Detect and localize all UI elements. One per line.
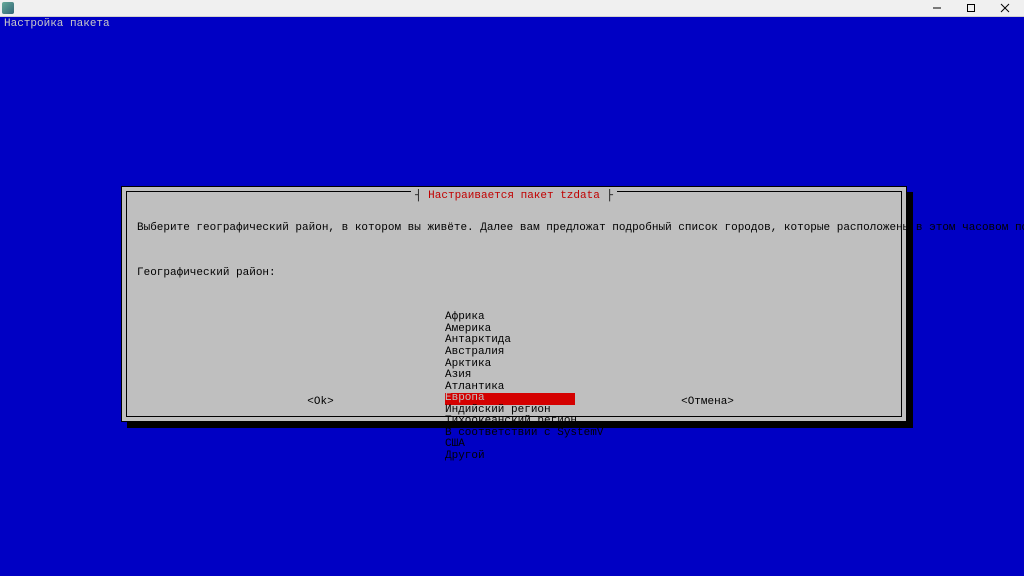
region-option[interactable]: В соответствии с SystemV	[445, 428, 605, 440]
cancel-button[interactable]: <Отмена>	[514, 396, 901, 408]
app-icon	[2, 2, 14, 14]
window-titlebar	[0, 0, 1024, 17]
ok-button[interactable]: <Ok>	[127, 396, 514, 408]
dialog-prompt: Выберите географический район, в котором…	[137, 223, 891, 235]
region-option[interactable]: Другой	[445, 451, 605, 463]
dialog-title: ┤ Настраивается пакет tzdata ├	[411, 190, 617, 202]
config-dialog: ┤ Настраивается пакет tzdata ├ Выберите …	[121, 186, 907, 422]
region-option[interactable]: Азия	[445, 370, 605, 382]
terminal-area: Настройка пакета ┤ Настраивается пакет t…	[0, 17, 1024, 576]
maximize-button[interactable]	[954, 1, 988, 16]
minimize-button[interactable]	[920, 1, 954, 16]
region-option[interactable]: Австралия	[445, 347, 605, 359]
region-options-list[interactable]: АфрикаАмерикаАнтарктидаАвстралияАрктикаА…	[445, 312, 605, 462]
close-button[interactable]	[988, 1, 1022, 16]
window-controls	[920, 1, 1022, 16]
dialog-field-label: Географический район:	[137, 268, 891, 280]
terminal-header: Настройка пакета	[0, 17, 1024, 30]
